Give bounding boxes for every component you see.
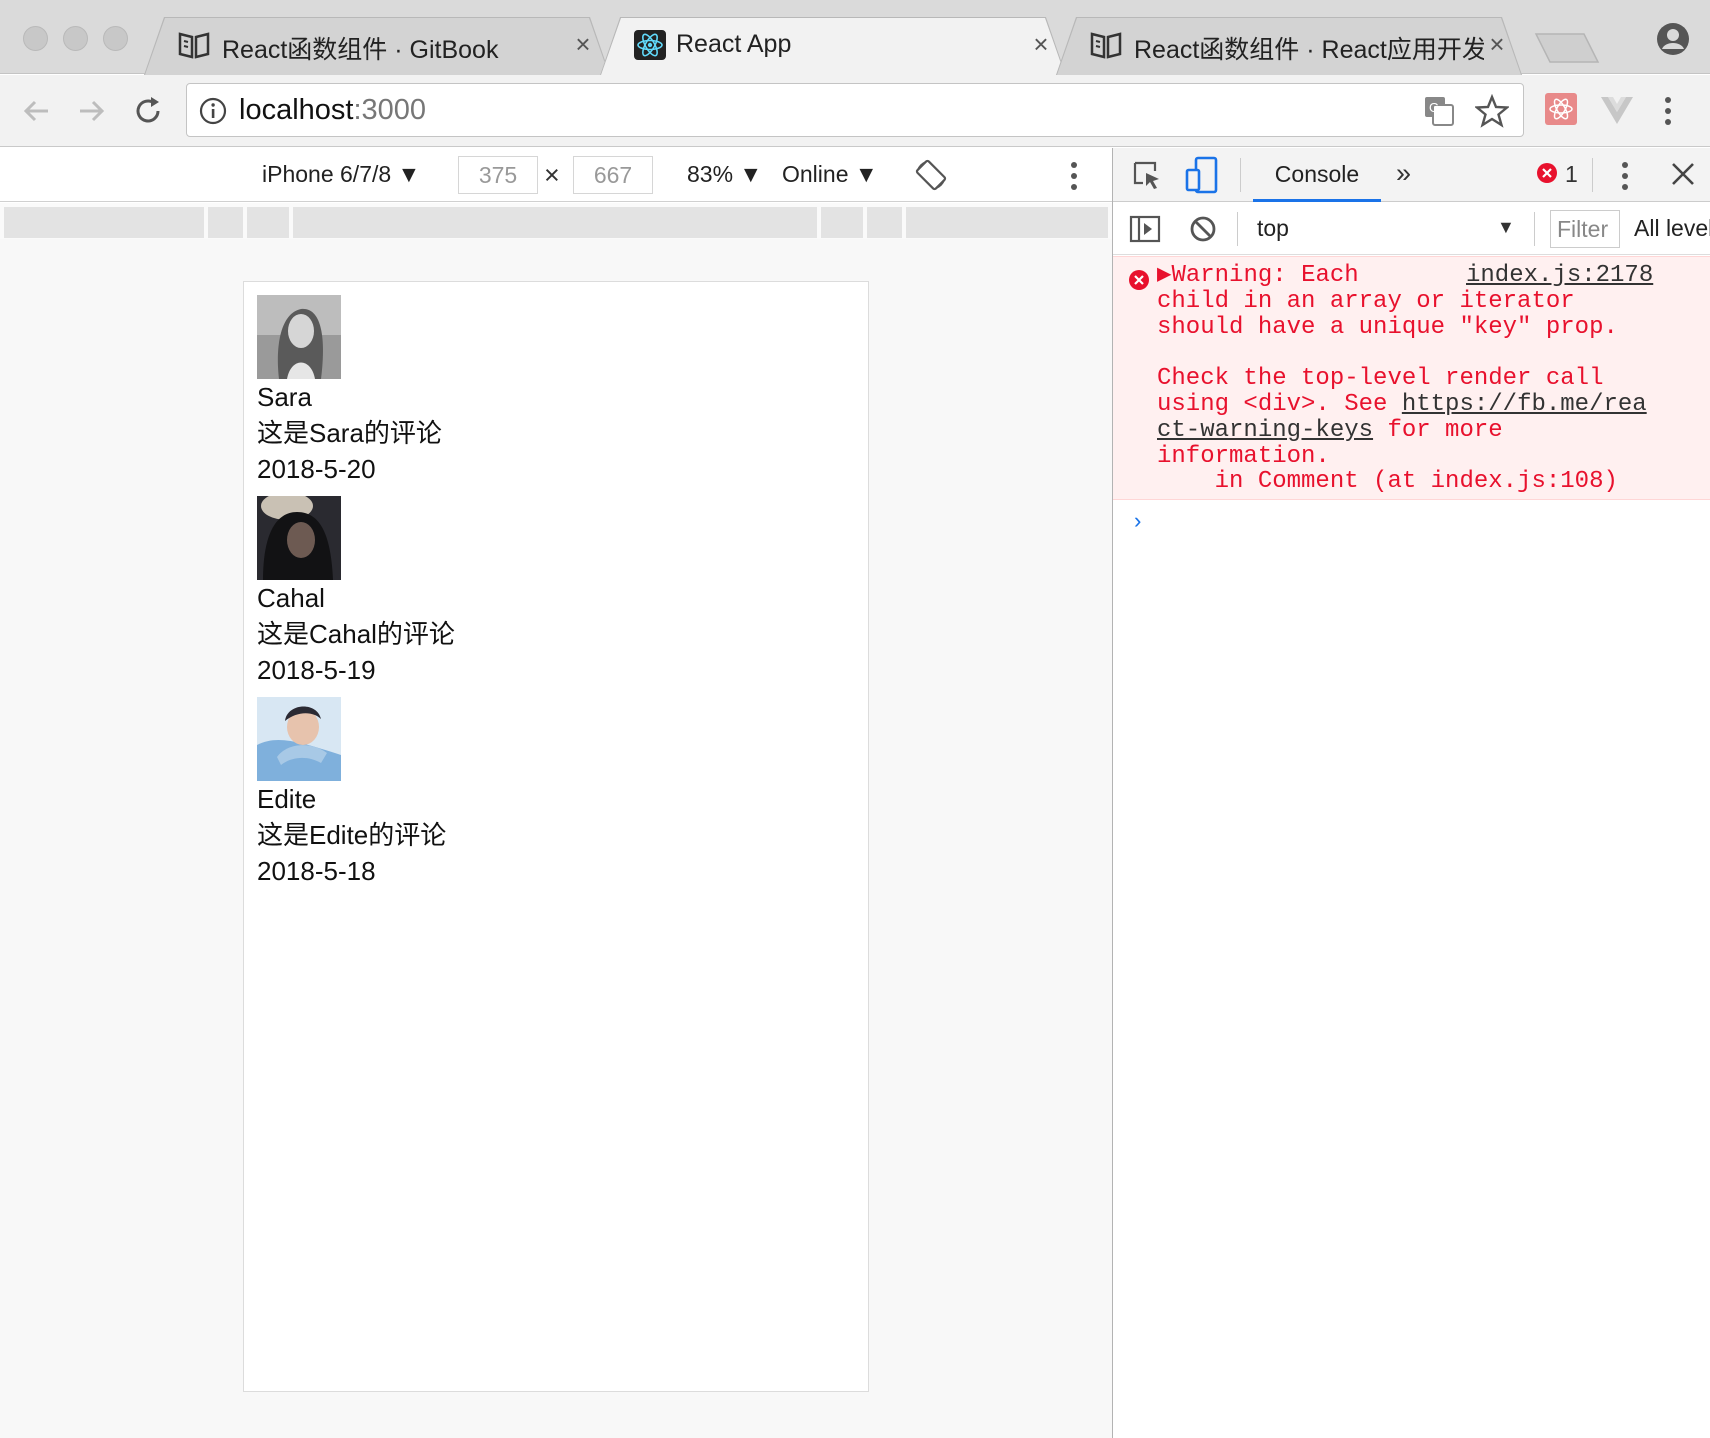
react-devtools-extension-icon[interactable]: [1545, 93, 1577, 125]
gitbook-icon: [178, 32, 210, 59]
rotate-icon[interactable]: [914, 158, 948, 192]
comment-author: Edite: [257, 784, 317, 814]
device-width-input[interactable]: 375: [458, 156, 538, 194]
docs-link[interactable]: https://fb.me/rea: [1402, 391, 1647, 418]
zoom-select[interactable]: 83% ▼: [687, 161, 762, 188]
tab-title: React函数组件 · React应用开发: [1134, 36, 1484, 64]
toolbar-divider: [1592, 158, 1593, 192]
console-error-message[interactable]: ▶Warning: Each child in an array or iter…: [1113, 256, 1710, 500]
comment-item: Edite 这是Edite的评论 2018-5-18: [257, 697, 557, 889]
comment-text: 这是Cahal的评论: [257, 619, 455, 649]
devtools-panel: Console » 1 top ▼ Filter All levels: [1112, 148, 1710, 1438]
media-query-segment[interactable]: [906, 207, 1108, 238]
window-zoom-button[interactable]: [103, 26, 128, 51]
inspect-element-icon[interactable]: [1131, 159, 1163, 191]
browser-menu-icon[interactable]: [1662, 95, 1674, 127]
comment-item: Sara 这是Sara的评论 2018-5-20: [257, 295, 557, 487]
media-query-segment[interactable]: [4, 207, 204, 238]
window-minimize-button[interactable]: [63, 26, 88, 51]
toolbar-divider: [1237, 212, 1238, 246]
emulated-page: Sara 这是Sara的评论 2018-5-20 Cahal 这是Cahal的评…: [243, 281, 869, 1392]
tab-strip: React函数组件 · GitBook × React App × React函…: [0, 0, 1710, 74]
comment-date: 2018-5-18: [257, 856, 376, 886]
translate-icon[interactable]: G: [1423, 95, 1455, 127]
url-text: localhost:3000: [239, 94, 427, 126]
toolbar-divider: [1240, 158, 1241, 192]
media-query-segment[interactable]: [821, 207, 863, 238]
log-levels-select[interactable]: All levels: [1634, 215, 1710, 242]
source-link[interactable]: index.js:2178: [1466, 263, 1653, 289]
media-query-segment[interactable]: [247, 207, 289, 238]
device-more-icon[interactable]: [1068, 160, 1080, 192]
device-toggle-icon[interactable]: [1185, 156, 1219, 194]
media-query-segment[interactable]: [867, 207, 902, 238]
media-query-segment[interactable]: [208, 207, 243, 238]
tab-gitbook[interactable]: React函数组件 · GitBook ×: [144, 17, 610, 75]
console-prompt[interactable]: ›: [1131, 510, 1144, 535]
close-devtools-icon[interactable]: [1669, 160, 1697, 188]
error-count-icon[interactable]: [1536, 162, 1558, 184]
throttling-select[interactable]: Online ▼: [782, 161, 878, 188]
dimension-times-icon: ×: [544, 160, 560, 190]
tab-title: React App: [676, 30, 792, 58]
tab-react-app[interactable]: React App ×: [600, 17, 1066, 75]
chevron-down-icon[interactable]: ▼: [1497, 217, 1515, 238]
comment-author: Sara: [257, 382, 312, 412]
avatar: [257, 697, 341, 781]
svg-text:G: G: [1429, 100, 1439, 115]
device-toolbar: iPhone 6/7/8 ▼ 375 × 667 83% ▼ Online ▼: [0, 148, 1112, 202]
comment-date: 2018-5-20: [257, 454, 376, 484]
window-close-button[interactable]: [23, 26, 48, 51]
comment-author: Cahal: [257, 583, 325, 613]
close-tab-icon[interactable]: ×: [572, 31, 594, 57]
error-text: ▶Warning: Each child in an array or iter…: [1157, 262, 1647, 496]
comment-item: Cahal 这是Cahal的评论 2018-5-19: [257, 496, 557, 688]
address-bar[interactable]: localhost:3000 G: [186, 83, 1524, 137]
forward-arrow-icon[interactable]: [74, 93, 110, 129]
error-icon: [1129, 270, 1149, 290]
media-query-segment[interactable]: [293, 207, 817, 238]
devtools-menu-icon[interactable]: [1619, 160, 1631, 192]
tab-console[interactable]: Console: [1253, 148, 1381, 202]
avatar: [257, 295, 341, 379]
devtools-tabbar: Console » 1: [1113, 148, 1710, 202]
console-sidebar-icon[interactable]: [1129, 215, 1161, 243]
info-icon[interactable]: [199, 97, 227, 125]
context-select[interactable]: top: [1257, 215, 1289, 242]
close-tab-icon[interactable]: ×: [1486, 31, 1508, 57]
more-tabs-icon[interactable]: »: [1396, 158, 1411, 189]
tab-title: React函数组件 · GitBook: [222, 36, 499, 64]
docs-link[interactable]: ct-warning-keys: [1157, 417, 1373, 444]
device-height-input[interactable]: 667: [573, 156, 653, 194]
comment-text: 这是Sara的评论: [257, 418, 442, 448]
console-filter-input[interactable]: Filter: [1550, 210, 1620, 248]
comment-text: 这是Edite的评论: [257, 820, 447, 850]
tab-react-book[interactable]: React函数组件 · React应用开发 ×: [1056, 17, 1522, 75]
close-tab-icon[interactable]: ×: [1030, 31, 1052, 57]
profile-icon[interactable]: [1656, 22, 1690, 56]
comment-date: 2018-5-19: [257, 655, 376, 685]
error-count[interactable]: 1: [1565, 161, 1578, 188]
avatar: [257, 496, 341, 580]
back-arrow-icon[interactable]: [18, 93, 54, 129]
gitbook-icon: [1090, 32, 1122, 59]
react-icon: [634, 30, 666, 60]
device-select[interactable]: iPhone 6/7/8 ▼: [262, 161, 420, 188]
vue-devtools-extension-icon[interactable]: [1600, 95, 1634, 125]
toolbar-divider: [1534, 212, 1535, 246]
bookmark-star-icon[interactable]: [1475, 94, 1509, 128]
new-tab-button[interactable]: [1534, 30, 1600, 64]
clear-console-icon[interactable]: [1189, 215, 1217, 243]
reload-icon[interactable]: [130, 93, 166, 129]
browser-toolbar: localhost:3000 G: [0, 75, 1710, 147]
console-toolbar: top ▼ Filter All levels: [1113, 203, 1710, 255]
media-query-bar: [0, 203, 1112, 239]
